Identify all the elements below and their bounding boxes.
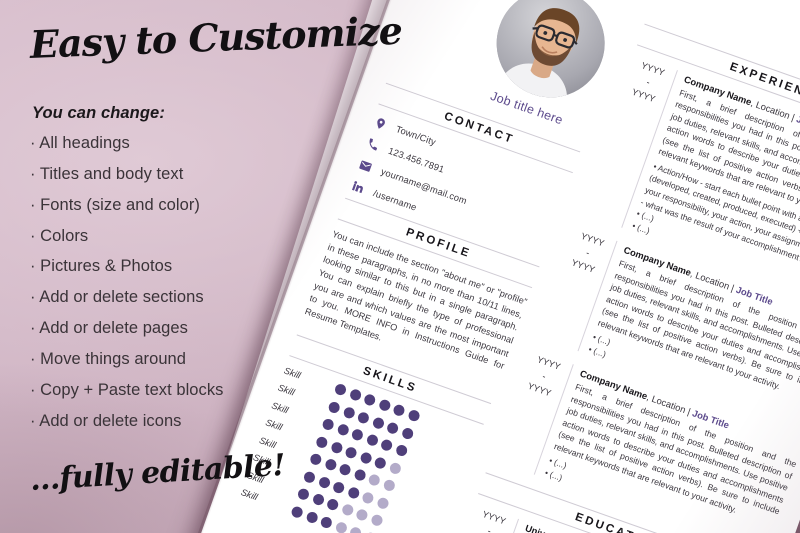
skill-dot-empty: [375, 495, 390, 510]
entry-date-range: YYYY-YYYY: [460, 504, 518, 533]
skill-dot-filled: [373, 455, 388, 470]
skill-dot-filled: [371, 415, 386, 430]
list-item: · Fonts (size and color): [30, 195, 200, 214]
promo-panel: Easy to Customize You can change: · All …: [0, 0, 403, 533]
skill-dot-filled: [391, 403, 406, 418]
contact-linkedin-text: /username: [372, 187, 419, 213]
promo-headline: Easy to Customize: [29, 7, 403, 67]
list-item: · Pictures & Photos: [30, 257, 173, 276]
skill-dot-empty: [367, 473, 382, 488]
skill-dot-empty: [361, 490, 376, 505]
skill-dot-filled: [379, 438, 394, 453]
list-item: · All headings: [30, 134, 130, 152]
skill-dot-filled: [358, 450, 373, 465]
list-item: · Move things around: [30, 350, 187, 369]
skill-dot-filled: [394, 443, 409, 458]
phone-icon: [363, 134, 383, 154]
promo-subhead: You can change:: [32, 104, 165, 122]
list-item: · Copy + Paste text blocks: [30, 380, 224, 399]
promo-feature-list: · All headings · Titles and body text · …: [30, 134, 360, 443]
skill-dot-filled: [364, 432, 380, 448]
location-pin-icon: [370, 113, 390, 133]
skill-dot-filled: [377, 398, 392, 413]
experience-entries: YYYY-YYYYCompany Name, Location | Job Ti…: [490, 55, 800, 533]
promo-tagline: ...fully editable!: [28, 447, 286, 498]
list-item: · Add or delete icons: [30, 411, 182, 430]
skill-dot-filled: [385, 420, 400, 435]
skill-dot-filled: [400, 425, 415, 440]
skill-dot-empty: [388, 460, 403, 475]
list-item: · Add or delete pages: [30, 319, 188, 338]
skill-dot-empty: [381, 478, 396, 493]
skill-dot-filled: [406, 408, 421, 423]
contact-location-text: Town/City: [394, 124, 438, 148]
list-item: · Titles and body text: [30, 164, 184, 183]
skill-dot-filled: [362, 392, 377, 407]
skill-dot-empty: [369, 513, 384, 528]
list-item: · Add or delete sections: [30, 288, 204, 307]
list-item: · Colors: [30, 226, 89, 245]
